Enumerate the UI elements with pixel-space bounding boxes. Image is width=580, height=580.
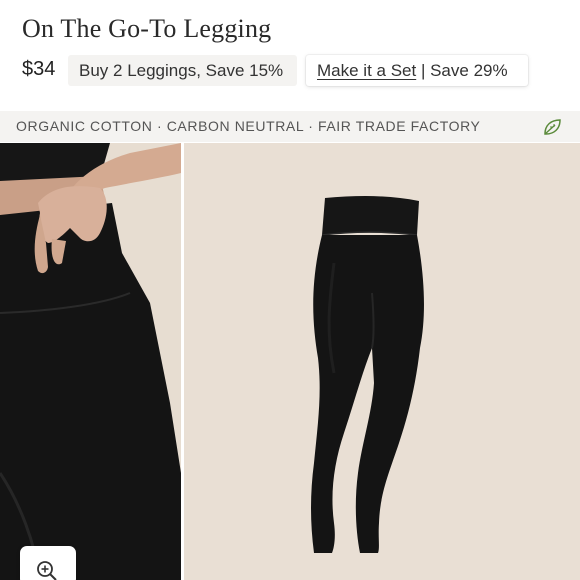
leaf-icon xyxy=(544,119,561,135)
waistband-closeup-illustration xyxy=(0,143,181,580)
legging-illustration xyxy=(184,143,580,580)
promo-separator: | xyxy=(416,61,431,80)
set-savings-label: Save 29% xyxy=(430,61,508,80)
legging-product-photo[interactable] xyxy=(184,143,580,580)
bundle-promo-badge[interactable]: Buy 2 Leggings, Save 15% xyxy=(68,55,297,86)
sustainability-badge-text: ORGANIC COTTON · CARBON NEUTRAL · FAIR T… xyxy=(16,118,481,134)
sustainability-badge-bar: ORGANIC COTTON · CARBON NEUTRAL · FAIR T… xyxy=(0,111,580,142)
bundle-promo-label: Buy 2 Leggings, Save 15% xyxy=(79,61,284,80)
product-title: On The Go-To Legging xyxy=(22,14,272,43)
zoom-button[interactable] xyxy=(20,546,76,580)
waistband-closeup-photo[interactable] xyxy=(0,143,181,580)
make-it-a-set-link[interactable]: Make it a Set xyxy=(317,61,416,80)
zoom-in-icon xyxy=(37,561,57,580)
make-it-a-set-promo[interactable]: Make it a Set | Save 29% xyxy=(306,55,528,86)
product-price: $34 xyxy=(22,58,56,80)
